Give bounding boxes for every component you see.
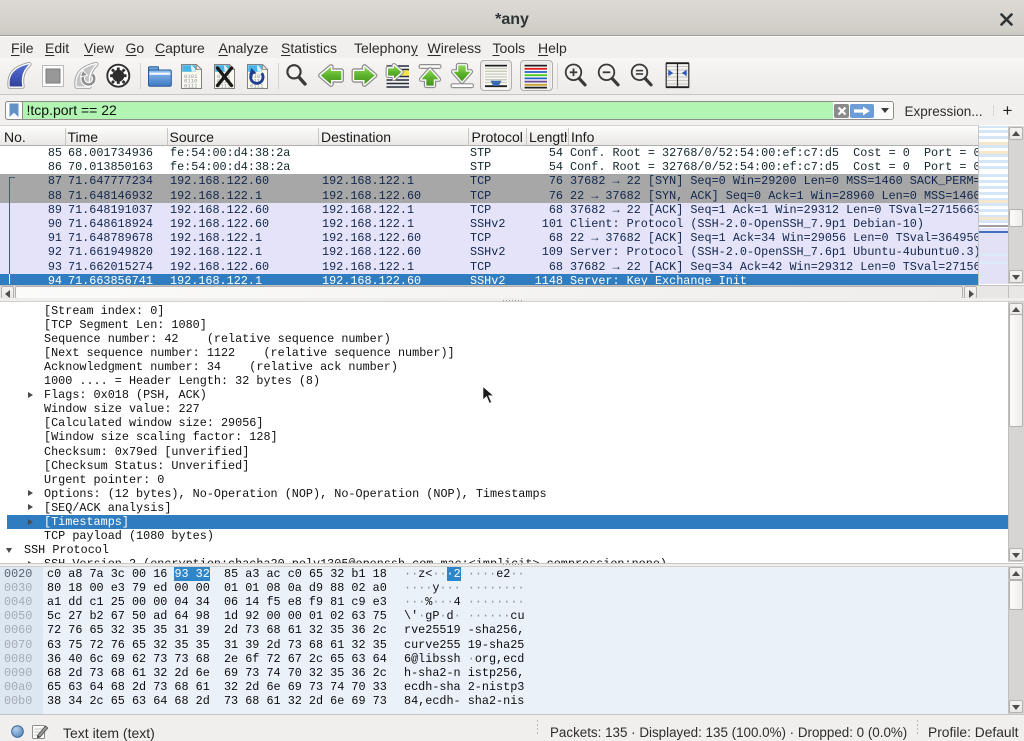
svg-text:0111: 0111 [184,82,198,89]
